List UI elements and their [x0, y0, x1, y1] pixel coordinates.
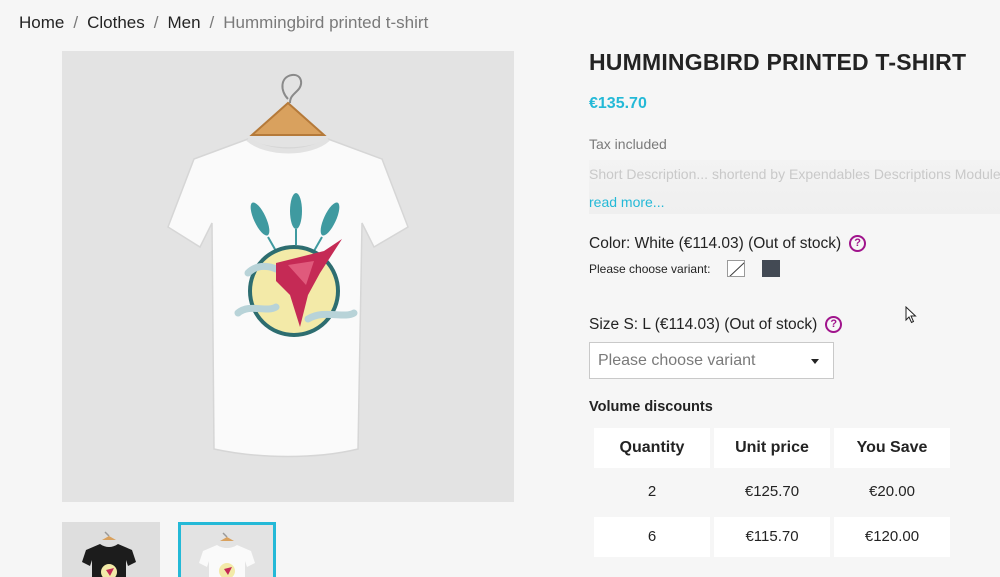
color-choose-label: Please choose variant: [589, 262, 711, 276]
size-select[interactable]: Please choose variant [589, 342, 834, 379]
table-header: You Save [834, 428, 950, 468]
read-more-link[interactable]: read more... [589, 194, 664, 210]
breadcrumb-home[interactable]: Home [19, 13, 64, 32]
product-main-image[interactable] [62, 51, 514, 502]
breadcrumb-men[interactable]: Men [167, 13, 200, 32]
table-cell: €120.00 [834, 517, 950, 557]
color-swatch-white[interactable] [727, 260, 745, 277]
product-title: HUMMINGBIRD PRINTED T-SHIRT [589, 49, 967, 75]
table-cell: 6 [594, 517, 710, 557]
table-header: Quantity [594, 428, 710, 468]
mouse-cursor-icon [905, 306, 917, 324]
breadcrumb-separator: / [153, 13, 159, 32]
volume-discounts-title: Volume discounts [589, 399, 713, 415]
color-help-icon[interactable]: ? [849, 235, 867, 253]
table-header: Unit price [714, 428, 830, 468]
color-label-text: Color: White (€114.03) (Out of stock) [589, 235, 842, 252]
color-label: Color: White (€114.03) (Out of stock)? [589, 235, 867, 253]
breadcrumb-separator: / [73, 13, 79, 32]
product-price: €135.70 [589, 95, 647, 112]
caret-down-icon [811, 359, 819, 364]
color-swatch-dark-grey[interactable] [762, 260, 780, 277]
size-label-text: Size S: L (€114.03) (Out of stock) [589, 316, 818, 333]
breadcrumb: Home / Clothes / Men / Hummingbird printed t-s… [19, 13, 428, 33]
short-description-text: Short Description... shortend by Expenda… [589, 166, 1000, 182]
thumbnail-black[interactable] [62, 522, 160, 577]
table-cell: €20.00 [869, 483, 915, 500]
size-select-value: Please choose variant [598, 352, 756, 369]
breadcrumb-current: Hummingbird printed t-shirt [223, 13, 429, 32]
size-label: Size S: L (€114.03) (Out of stock)? [589, 316, 843, 334]
table-cell: €115.70 [714, 517, 830, 557]
thumbnail-white[interactable] [178, 522, 276, 577]
table-cell: 2 [647, 483, 657, 500]
breadcrumb-clothes[interactable]: Clothes [87, 13, 145, 32]
breadcrumb-separator: / [209, 13, 215, 32]
size-help-icon[interactable]: ? [825, 316, 843, 334]
tax-label: Tax included [589, 136, 667, 152]
table-cell: €125.70 [744, 483, 800, 500]
